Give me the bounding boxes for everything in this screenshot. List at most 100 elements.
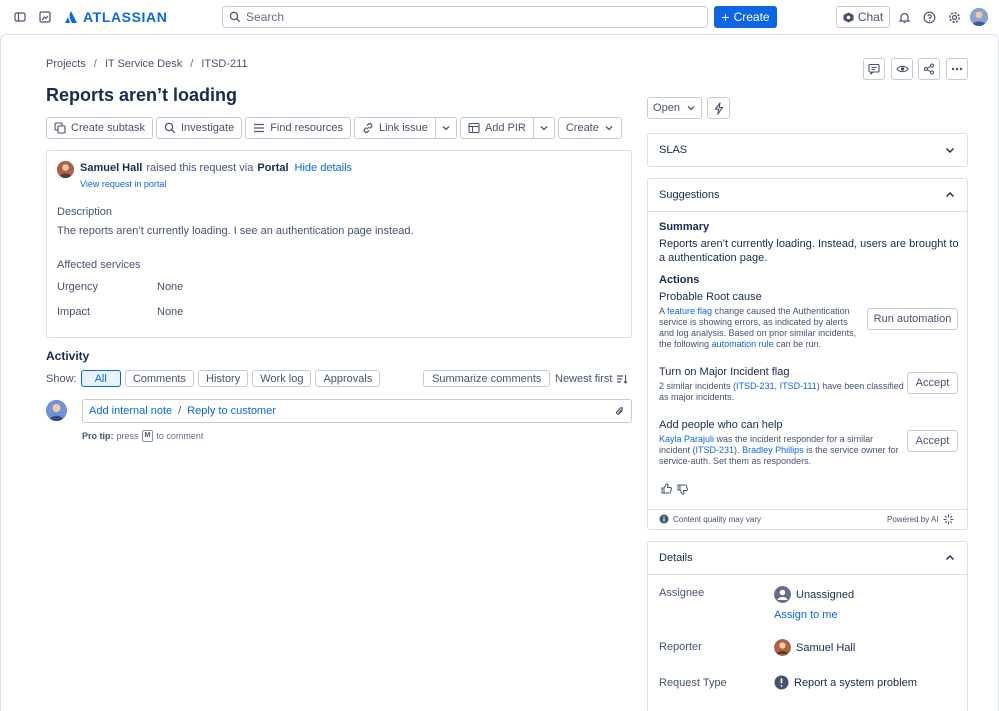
divider [648,211,967,212]
search-input[interactable] [246,10,686,24]
breadcrumb-service-desk[interactable]: IT Service Desk [105,58,182,70]
show-label: Show: [46,372,77,385]
breadcrumb-issue-key[interactable]: ITSD-211 [201,58,247,70]
slas-header[interactable]: SLAS [648,134,967,166]
suggestions-panel: Suggestions Summary Reports aren’t curre… [647,178,968,530]
create-subtask-button[interactable]: Create subtask [46,117,153,139]
sort-order-button[interactable]: Newest first [555,370,628,387]
feedback-button[interactable] [863,58,885,80]
view-request-portal-link[interactable]: View request in portal [80,179,166,189]
breadcrumb-projects[interactable]: Projects [46,58,86,70]
atlassian-logo[interactable]: ATLASSIAN [64,9,167,25]
find-resources-button[interactable]: Find resources [245,117,351,139]
assignee-name: Unassigned [796,588,855,601]
activity-heading: Activity [46,349,90,363]
chevron-down-icon [442,126,450,131]
share-icon [923,63,935,75]
chat-button-label: Chat [857,10,884,24]
attachment-icon[interactable] [615,406,625,417]
add-pir-button[interactable]: Add PIR [459,117,534,139]
table-icon [468,122,480,134]
sidebar-toggle-icon[interactable] [11,8,29,26]
investigate-label: Investigate [180,122,235,134]
assign-to-me-link[interactable]: Assign to me [774,609,838,621]
link-issue-button[interactable]: Link issue [353,117,436,139]
itsd-231-link[interactable]: ITSD-231 [696,445,735,455]
bradley-phillips-link[interactable]: Bradley Phillips [742,445,804,455]
automation-rule-link[interactable]: automation rule [712,339,774,349]
notifications-icon[interactable] [895,8,913,26]
chat-button[interactable]: Chat [836,6,890,28]
chevron-down-icon [605,126,613,131]
add-pir-dropdown[interactable] [533,117,555,139]
raised-text: raised this request via [146,162,254,174]
top-navigation: ATLASSIAN + Create Chat [0,0,999,34]
search-bar[interactable] [222,6,708,28]
app-switcher-icon[interactable] [36,8,54,26]
root-cause-text: A feature flag change caused the Authent… [659,306,859,350]
kayla-parajuli-link[interactable]: Kayla Parajuli [659,434,714,444]
actions-heading: Actions [659,274,700,286]
summarize-comments-button[interactable]: Summarize comments [423,370,551,387]
chevron-up-icon [946,555,954,560]
add-internal-note-link[interactable]: Add internal note [89,405,172,417]
comment-editor[interactable]: Add internal note / Reply to customer [82,399,632,423]
comment-separator: / [178,405,182,417]
suggestions-header[interactable]: Suggestions [648,179,967,211]
details-header[interactable]: Details [648,542,967,574]
reply-to-customer-link[interactable]: Reply to customer [187,405,276,417]
status-label: Open [653,102,680,114]
filter-work-log[interactable]: Work log [252,370,312,387]
list-icon [254,123,265,133]
details-title: Details [659,552,693,564]
filter-all[interactable]: All [80,370,121,387]
filter-history[interactable]: History [198,370,249,387]
content-quality-text: Content quality may vary [673,514,762,524]
user-avatar[interactable] [970,8,988,26]
share-button[interactable] [918,58,940,80]
itsd-111-link[interactable]: ITSD-111 [780,381,817,391]
reporter-value[interactable]: Samuel Hall [774,639,855,656]
run-automation-button[interactable]: Run automation [867,308,958,330]
automation-button[interactable] [707,97,730,119]
content-quality-note: Content quality may vary [659,514,761,524]
more-actions-button[interactable] [946,58,968,80]
hide-details-link[interactable]: Hide details [295,162,352,174]
accept-major-incident-button[interactable]: Accept [907,372,958,394]
create-button[interactable]: + Create [714,6,777,28]
rc-text-a: A [659,306,665,316]
divider [648,574,967,575]
add-people-title: Add people who can help [659,419,783,431]
request-type-value[interactable]: Report a system problem [774,675,917,690]
unassigned-avatar-icon [774,586,791,603]
reporter-name[interactable]: Samuel Hall [80,162,142,174]
find-resources-label: Find resources [270,122,343,134]
thumbs-down-icon[interactable] [677,484,688,495]
thumbs-up-icon[interactable] [661,483,672,494]
create-dropdown-button[interactable]: Create [557,117,622,139]
current-user-avatar [46,400,67,421]
urgency-value[interactable]: None [157,281,183,293]
itsd-231-link[interactable]: ITSD-231 [736,381,775,391]
assignee-value[interactable]: Unassigned [774,586,854,603]
watch-button[interactable] [891,58,913,80]
chevron-up-icon [946,192,954,197]
settings-gear-icon[interactable] [945,8,963,26]
filter-approvals[interactable]: Approvals [315,370,381,387]
issue-title[interactable]: Reports aren’t loading [46,85,237,106]
summary-text: Reports aren’t currently loading. Instea… [659,238,959,264]
filter-comments[interactable]: Comments [124,370,194,387]
investigate-button[interactable]: Investigate [155,117,243,139]
feature-flag-link[interactable]: feature flag [667,306,712,316]
impact-value[interactable]: None [157,306,183,318]
link-issue-dropdown[interactable] [435,117,457,139]
pro-tip: Pro tip: press M to comment [82,430,203,442]
keyboard-shortcut-key: M [141,430,154,442]
link-issue-label: Link issue [378,122,428,134]
status-dropdown[interactable]: Open [647,97,702,119]
pro-tip-rest: to comment [156,431,204,441]
accept-add-people-button[interactable]: Accept [907,430,958,452]
root-cause-title: Probable Root cause [659,291,762,303]
info-icon [659,514,669,524]
help-icon[interactable] [920,8,938,26]
